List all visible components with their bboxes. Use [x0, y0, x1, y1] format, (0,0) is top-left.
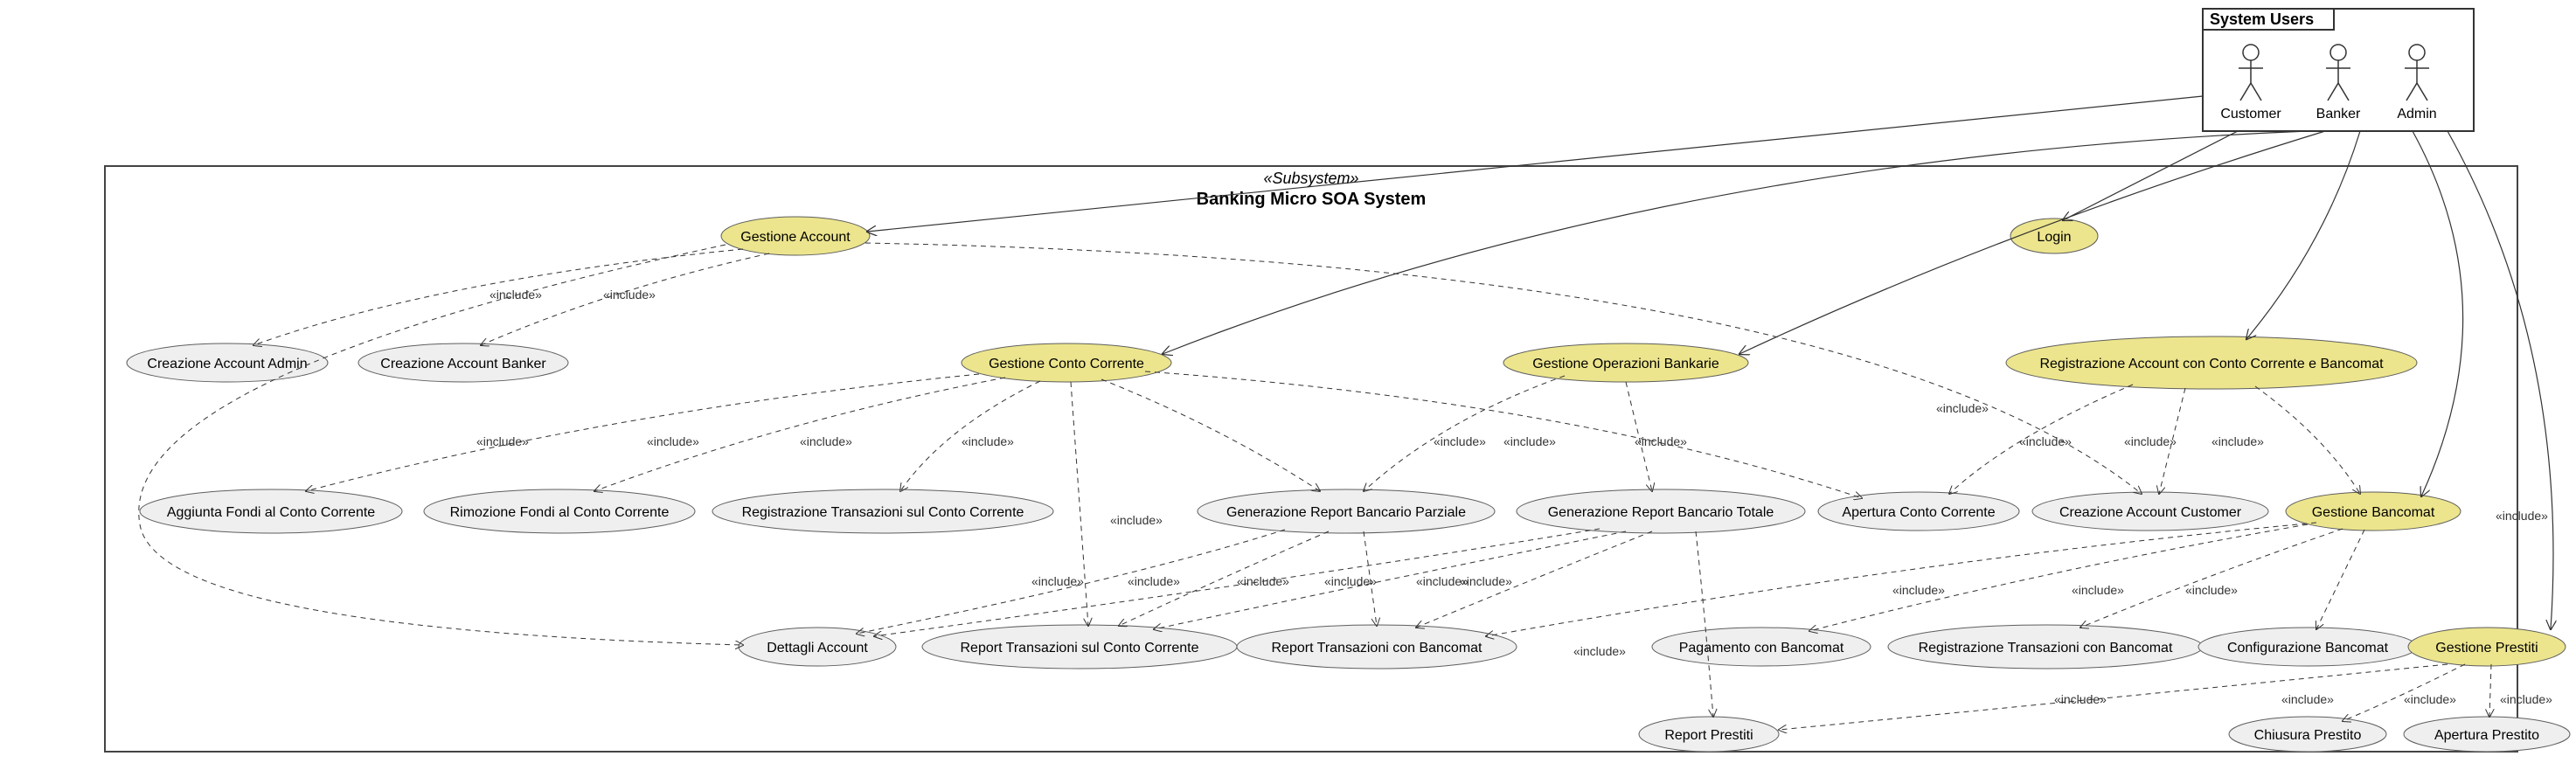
uc-gen-report-parziale: Generazione Report Bancario Parziale [1198, 489, 1495, 533]
svg-text:Gestione Conto Corrente: Gestione Conto Corrente [989, 357, 1144, 371]
uc-gestione-prestiti: Gestione Prestiti [2408, 628, 2566, 666]
svg-text:«include»: «include» [2054, 692, 2107, 706]
svg-text:Chiusura Prestito: Chiusura Prestito [2254, 728, 2362, 743]
svg-text:Creazione Account Banker: Creazione Account Banker [380, 357, 546, 371]
svg-text:«include»: «include» [800, 434, 852, 448]
svg-text:«include»: «include» [1573, 644, 1626, 658]
svg-text:«include»: «include» [2404, 692, 2456, 706]
svg-text:Report Prestiti: Report Prestiti [1664, 728, 1753, 743]
svg-text:«include»: «include» [962, 434, 1014, 448]
uc-report-prestiti: Report Prestiti [1639, 717, 1779, 752]
svg-text:«include»: «include» [2500, 692, 2552, 706]
svg-text:«include»: «include» [1237, 574, 1289, 588]
uc-configurazione-bancomat: Configurazione Bancomat [2198, 628, 2417, 666]
svg-text:Registrazione Account con Cont: Registrazione Account con Conto Corrente… [2039, 357, 2384, 371]
svg-text:«include»: «include» [1031, 574, 1084, 588]
uc-registrazione-account-full: Registrazione Account con Conto Corrente… [2006, 336, 2417, 389]
svg-text:Rimozione Fondi al Conto Corre: Rimozione Fondi al Conto Corrente [450, 505, 670, 520]
svg-text:Login: Login [2037, 230, 2071, 245]
svg-text:«include»: «include» [1434, 434, 1486, 448]
subsystem-title: Banking Micro SOA System [1197, 190, 1427, 209]
svg-text:Apertura Conto Corrente: Apertura Conto Corrente [1842, 505, 1995, 520]
uc-rimozione-fondi: Rimozione Fondi al Conto Corrente [424, 489, 695, 533]
svg-text:Gestione Account: Gestione Account [740, 230, 851, 245]
subsystem-stereotype: «Subsystem» [1263, 170, 1358, 187]
svg-text:«include»: «include» [1110, 513, 1163, 527]
svg-text:«include»: «include» [1892, 583, 1945, 597]
svg-text:Registrazione Transazioni sul: Registrazione Transazioni sul Conto Corr… [742, 505, 1024, 520]
uc-chiusura-prestito: Chiusura Prestito [2229, 717, 2386, 752]
svg-text:Dettagli Account: Dettagli Account [767, 641, 868, 655]
svg-text:Generazione Report Bancario Pa: Generazione Report Bancario Parziale [1226, 505, 1466, 520]
svg-text:«include»: «include» [2072, 583, 2124, 597]
system-users-title: System Users [2210, 10, 2314, 28]
svg-text:Creazione Account Admin: Creazione Account Admin [147, 357, 307, 371]
uc-apertura-prestito: Apertura Prestito [2404, 717, 2570, 752]
svg-text:«include»: «include» [603, 288, 656, 302]
uc-gen-report-totale: Generazione Report Bancario Totale [1517, 489, 1805, 533]
svg-text:«include»: «include» [1503, 434, 1556, 448]
svg-text:«include»: «include» [2496, 509, 2548, 523]
svg-text:Gestione Operazioni Bankarie: Gestione Operazioni Bankarie [1532, 357, 1719, 371]
svg-text:Report Transazioni sul Conto C: Report Transazioni sul Conto Corrente [960, 641, 1198, 655]
svg-text:Gestione Prestiti: Gestione Prestiti [2435, 641, 2538, 655]
svg-text:«include»: «include» [2211, 434, 2264, 448]
uc-gestione-operazioni-bankarie: Gestione Operazioni Bankarie [1503, 343, 1748, 382]
uc-registrazione-transazioni-bancomat: Registrazione Transazioni con Bancomat [1888, 625, 2203, 669]
svg-text:Configurazione Bancomat: Configurazione Bancomat [2227, 641, 2389, 655]
svg-text:«include»: «include» [1936, 401, 1989, 415]
svg-text:«include»: «include» [490, 288, 542, 302]
svg-text:Apertura Prestito: Apertura Prestito [2434, 728, 2539, 743]
svg-text:«include»: «include» [2124, 434, 2177, 448]
svg-text:Report Transazioni con Bancoma: Report Transazioni con Bancomat [1271, 641, 1482, 655]
svg-text:Creazione Account Customer: Creazione Account Customer [2059, 505, 2242, 520]
actor-banker-label: Banker [2316, 107, 2361, 121]
uc-gestione-account: Gestione Account [721, 217, 870, 255]
svg-text:«include»: «include» [1635, 434, 1687, 448]
svg-text:«include»: «include» [2281, 692, 2334, 706]
svg-text:Registrazione Transazioni con: Registrazione Transazioni con Bancomat [1919, 641, 2173, 655]
svg-text:«include»: «include» [2019, 434, 2072, 448]
svg-text:Pagamento con Bancomat: Pagamento con Bancomat [1679, 641, 1844, 655]
uc-report-transazioni-conto: Report Transazioni sul Conto Corrente [922, 625, 1237, 669]
svg-text:«include»: «include» [1324, 574, 1377, 588]
uc-creazione-account-customer: Creazione Account Customer [2032, 492, 2268, 531]
actor-customer-label: Customer [2220, 107, 2281, 121]
uc-creazione-account-admin: Creazione Account Admin [127, 343, 328, 382]
uc-creazione-account-banker: Creazione Account Banker [358, 343, 568, 382]
uc-report-transazioni-bancomat: Report Transazioni con Bancomat [1237, 625, 1517, 669]
svg-text:«include»: «include» [647, 434, 699, 448]
uc-aggiunta-fondi: Aggiunta Fondi al Conto Corrente [140, 489, 402, 533]
uc-dettagli-account: Dettagli Account [739, 628, 896, 666]
uc-registrazione-transazioni-conto: Registrazione Transazioni sul Conto Corr… [712, 489, 1053, 533]
uc-gestione-bancomat: Gestione Bancomat [2286, 492, 2461, 531]
uc-apertura-conto: Apertura Conto Corrente [1818, 492, 2019, 531]
uc-gestione-conto-corrente: Gestione Conto Corrente [962, 343, 1171, 382]
svg-text:Generazione Report Bancario To: Generazione Report Bancario Totale [1548, 505, 1774, 520]
uc-pagamento-bancomat: Pagamento con Bancomat [1652, 628, 1871, 666]
svg-text:«include»: «include» [2185, 583, 2238, 597]
actor-admin-label: Admin [2397, 107, 2436, 121]
svg-text:Gestione Bancomat: Gestione Bancomat [2312, 505, 2435, 520]
uc-login: Login [2010, 218, 2098, 253]
svg-text:«include»: «include» [1460, 574, 1512, 588]
svg-text:«include»: «include» [1128, 574, 1180, 588]
svg-text:Aggiunta Fondi al Conto Corren: Aggiunta Fondi al Conto Corrente [167, 505, 375, 520]
svg-text:«include»: «include» [476, 434, 529, 448]
